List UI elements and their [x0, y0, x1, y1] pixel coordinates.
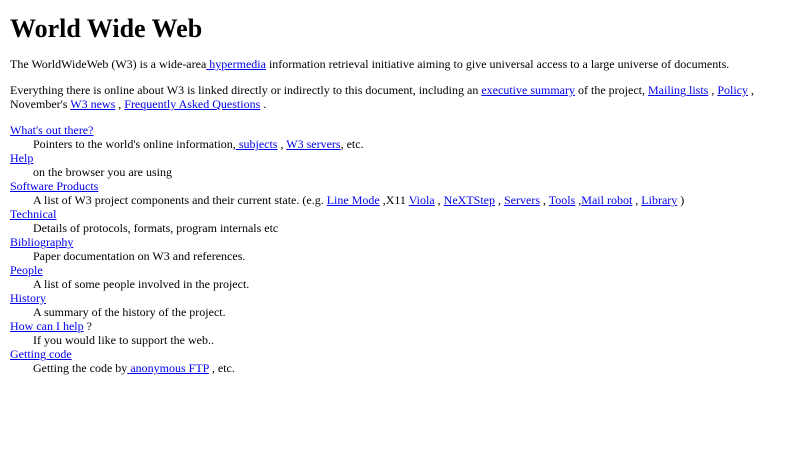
tools-link[interactable]: Tools — [549, 193, 576, 207]
section-term: Help — [10, 151, 775, 165]
servers-link[interactable]: Servers — [504, 193, 540, 207]
section-description: Details of protocols, formats, program i… — [33, 221, 279, 235]
section-description: A summary of the history of the project. — [33, 305, 226, 319]
separator: , — [495, 193, 504, 207]
description-text: , etc. — [340, 137, 364, 151]
separator: , — [632, 193, 642, 207]
people-link[interactable]: People — [10, 263, 43, 277]
description-text: Getting the code by — [33, 361, 128, 375]
intro-text: information retrieval initiative aiming … — [265, 57, 730, 71]
section-description: If you would like to support the web.. — [33, 333, 214, 347]
summary-text: Everything there is online about W3 is l… — [10, 83, 482, 97]
mailing-lists-link[interactable]: Mailing lists — [648, 83, 708, 97]
w3-servers-link[interactable]: W3 servers — [286, 137, 340, 151]
document: World Wide Web The WorldWideWeb (W3) is … — [0, 0, 785, 375]
section-description: Pointers to the world's online informati… — [33, 137, 775, 151]
description-text: ,X11 — [379, 193, 409, 207]
separator: , — [708, 83, 718, 97]
library-link[interactable]: Library — [641, 193, 677, 207]
section-term: Software Products — [10, 179, 775, 193]
technical-link[interactable]: Technical — [10, 207, 56, 221]
section-term: How can I help ? — [10, 319, 775, 333]
section-term: People — [10, 263, 775, 277]
section-term: Technical — [10, 207, 775, 221]
history-link[interactable]: History — [10, 291, 46, 305]
section-term: History — [10, 291, 775, 305]
w3-news-link[interactable]: W3 news — [70, 97, 115, 111]
description-text: A list of W3 project components and thei… — [33, 193, 327, 207]
section-description: A list of W3 project components and thei… — [33, 193, 775, 207]
software-products-link[interactable]: Software Products — [10, 179, 98, 193]
summary-paragraph: Everything there is online about W3 is l… — [10, 83, 775, 111]
getting-code-link[interactable]: Getting code — [10, 347, 72, 361]
anonymous-ftp-link[interactable]: anonymous FTP — [127, 361, 209, 375]
help-link[interactable]: Help — [10, 151, 33, 165]
line-mode-link[interactable]: Line Mode — [327, 193, 380, 207]
whats-out-there-link[interactable]: What's out there? — [10, 123, 93, 137]
separator: , — [277, 137, 287, 151]
executive-summary-link[interactable]: executive summary — [481, 83, 575, 97]
section-term: Bibliography — [10, 235, 775, 249]
subjects-link[interactable]: subjects — [236, 137, 278, 151]
page-title: World Wide Web — [10, 14, 203, 43]
intro-text: The WorldWideWeb (W3) is a wide-area — [10, 57, 207, 71]
term-suffix: ? — [83, 319, 92, 333]
faq-link[interactable]: Frequently Asked Questions — [124, 97, 260, 111]
section-description: A list of some people involved in the pr… — [33, 277, 250, 291]
summary-text: of the project, — [575, 83, 648, 97]
nextstep-link[interactable]: NeXTStep — [444, 193, 495, 207]
separator: , — [115, 97, 125, 111]
section-list: What's out there? Pointers to the world'… — [10, 123, 775, 375]
section-description: Getting the code by anonymous FTP , etc. — [33, 361, 775, 375]
intro-paragraph: The WorldWideWeb (W3) is a wide-area hyp… — [10, 57, 775, 71]
section-term: What's out there? — [10, 123, 775, 137]
section-term: Getting code — [10, 347, 775, 361]
separator: , — [434, 193, 444, 207]
mail-robot-link[interactable]: Mail robot — [581, 193, 632, 207]
separator: , — [540, 193, 549, 207]
description-text: , etc. — [208, 361, 235, 375]
description-text: Pointers to the world's online informati… — [33, 137, 236, 151]
summary-text: . — [260, 97, 267, 111]
policy-link[interactable]: Policy — [717, 83, 748, 97]
how-can-i-help-link[interactable]: How can I help — [10, 319, 84, 333]
hypermedia-link[interactable]: hypermedia — [206, 57, 266, 71]
viola-link[interactable]: Viola — [409, 193, 435, 207]
bibliography-link[interactable]: Bibliography — [10, 235, 73, 249]
section-description: on the browser you are using — [33, 165, 172, 179]
description-text: ) — [677, 193, 685, 207]
section-description: Paper documentation on W3 and references… — [33, 249, 246, 263]
